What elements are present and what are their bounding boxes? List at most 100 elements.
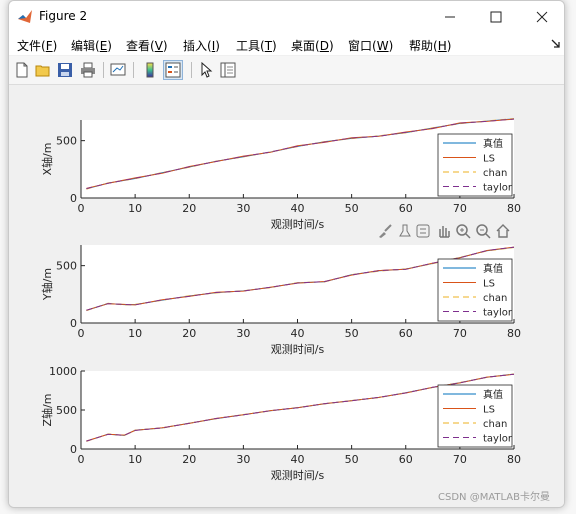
legend-label-3: chan	[483, 293, 507, 304]
x-axis-label: 观测时间/s	[271, 218, 325, 231]
axes-toolbar	[377, 221, 527, 241]
brush-icon[interactable]	[377, 223, 393, 239]
legend-label-1: 真值	[483, 388, 503, 401]
x-tick-label: 80	[507, 327, 521, 340]
property-inspector-button[interactable]	[219, 61, 237, 79]
title-bar: Figure 2	[9, 1, 564, 33]
legend-label-4: taylor	[483, 183, 513, 194]
open-file-icon	[35, 65, 50, 77]
property-inspector-icon	[220, 62, 236, 78]
x-tick-label: 70	[453, 327, 467, 340]
y-tick-label: 500	[56, 404, 77, 417]
x-tick-label: 0	[78, 453, 85, 466]
x-tick-label: 50	[345, 327, 359, 340]
y-axis-label: Y轴/m	[40, 268, 54, 301]
y-tick-label: 1000	[49, 365, 77, 378]
plots-svg: 0 10 20 30 40 50 60 70 800500观测时间/sX轴/m 真值LSchant…	[40, 118, 521, 482]
x-tick-label: 80	[507, 453, 521, 466]
print-button[interactable]	[79, 61, 97, 79]
x-tick-label: 30	[236, 453, 250, 466]
x-tick-label: 0	[78, 202, 85, 215]
legend-label-2: LS	[483, 405, 495, 416]
legend-button[interactable]	[163, 60, 183, 80]
menu-bar: 文件(F) 编辑(E) 查看(V) 插入(I) 工具(T) 桌面(D) 窗口(W…	[9, 33, 564, 55]
x-tick-label: 50	[345, 202, 359, 215]
x-tick-label: 10	[128, 202, 142, 215]
x-tick-label: 10	[128, 453, 142, 466]
export-icon[interactable]	[415, 223, 431, 239]
close-button[interactable]	[519, 1, 564, 33]
colorbar-button[interactable]	[141, 61, 159, 79]
legend-label-4: taylor	[483, 308, 513, 319]
edit-pointer-button[interactable]	[197, 61, 215, 79]
legend-label-1: 真值	[483, 137, 503, 150]
legend-label-2: LS	[483, 279, 495, 290]
menu-view[interactable]: 查看(V)	[126, 37, 168, 54]
y-tick-label: 0	[70, 317, 77, 330]
y-tick-label: 0	[70, 192, 77, 205]
zoom-in-icon[interactable]	[455, 223, 471, 239]
x-axis-label: 观测时间/s	[271, 469, 325, 482]
menu-help[interactable]: 帮助(H)	[409, 37, 451, 54]
x-tick-label: 20	[182, 202, 196, 215]
y-tick-label: 0	[70, 443, 77, 456]
close-icon	[536, 11, 548, 23]
colorbar-icon	[146, 62, 154, 78]
x-tick-label: 60	[399, 453, 413, 466]
toolbar-separator	[103, 62, 104, 78]
x-tick-label: 30	[236, 202, 250, 215]
legend-label-2: LS	[483, 154, 495, 165]
x-tick-label: 40	[291, 453, 305, 466]
x-tick-label: 20	[182, 453, 196, 466]
y-tick-label: 500	[56, 260, 77, 273]
data-tips-icon[interactable]	[397, 223, 413, 239]
legend-label-3: chan	[483, 419, 507, 430]
y-tick-label: 500	[56, 135, 77, 148]
home-icon[interactable]	[495, 223, 511, 239]
maximize-button[interactable]	[473, 1, 519, 33]
menu-insert[interactable]: 插入(I)	[183, 37, 220, 54]
legend-label-3: chan	[483, 168, 507, 179]
figure-window: Figure 2 文件(F) 编辑(E) 查看(V) 插入(I) 工具(T) 桌…	[8, 0, 565, 508]
link-plot-icon	[110, 63, 126, 76]
x-tick-label: 80	[507, 202, 521, 215]
minimize-button[interactable]	[427, 1, 473, 33]
toolbar-separator	[191, 62, 192, 78]
pan-icon[interactable]	[435, 223, 451, 239]
window-title: Figure 2	[39, 9, 88, 23]
menu-file[interactable]: 文件(F)	[17, 37, 57, 54]
new-figure-icon	[16, 62, 28, 78]
figure-canvas: 0 10 20 30 40 50 60 70 80 0 500 观测时间/s X轴/m 真值 LS chan t…	[9, 85, 564, 507]
maximize-icon	[490, 11, 502, 23]
menu-edit[interactable]: 编辑(E)	[71, 37, 112, 54]
legend-label-1: 真值	[483, 262, 503, 275]
x-tick-label: 0	[78, 327, 85, 340]
menu-desktop[interactable]: 桌面(D)	[291, 37, 334, 54]
zoom-out-icon[interactable]	[475, 223, 491, 239]
x-tick-label: 70	[453, 202, 467, 215]
watermark: CSDN @MATLAB卡尔曼	[438, 492, 550, 503]
toolbar-separator	[133, 62, 134, 78]
print-icon	[81, 62, 95, 78]
menu-window[interactable]: 窗口(W)	[348, 37, 393, 54]
legend-icon	[165, 62, 181, 78]
x-tick-label: 30	[236, 327, 250, 340]
menu-tools[interactable]: 工具(T)	[236, 37, 277, 54]
edit-pointer-icon	[201, 62, 213, 78]
x-tick-label: 40	[291, 327, 305, 340]
x-tick-label: 60	[399, 327, 413, 340]
x-tick-label: 40	[291, 202, 305, 215]
x-tick-label: 20	[182, 327, 196, 340]
link-plot-button[interactable]	[109, 61, 127, 79]
open-file-button[interactable]	[34, 61, 52, 79]
new-figure-button[interactable]	[13, 61, 31, 79]
dock-arrow-icon[interactable]	[551, 39, 561, 49]
save-icon	[58, 63, 72, 77]
toolbar	[9, 56, 564, 85]
legend-label-4: taylor	[483, 434, 513, 445]
x-axis-label: 观测时间/s	[271, 343, 325, 356]
matlab-logo-icon	[18, 10, 32, 23]
x-tick-label: 70	[453, 453, 467, 466]
y-axis-label: Z轴/m	[40, 394, 54, 427]
save-button[interactable]	[56, 61, 74, 79]
